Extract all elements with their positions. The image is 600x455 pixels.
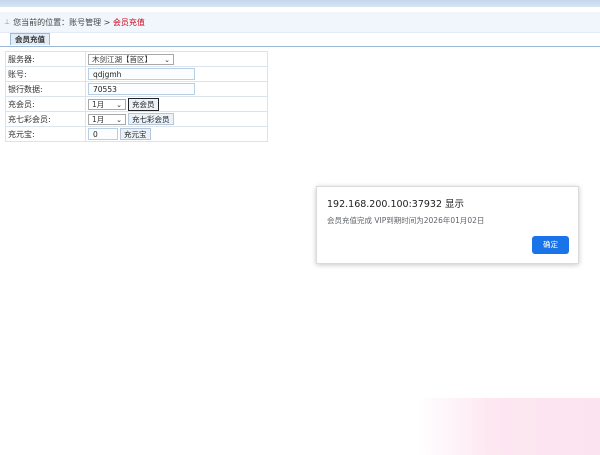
dialog-ok-button[interactable]: 确定 [532,236,569,254]
decorative-overlay [418,398,600,455]
alert-dialog: 192.168.200.100:37932 显示 会员充值完成 VIP到期时间为… [316,186,579,264]
server-select[interactable]: 木剑江湖【首区】 ⌄ [88,53,174,65]
server-cell: 木剑江湖【首区】 ⌄ [85,51,268,67]
vip-recharge-button[interactable]: 充会员 [128,97,159,111]
server-select-value: 木剑江湖【首区】 [92,54,152,64]
vip7-month-value: 1月 [92,114,105,124]
tab-member-recharge[interactable]: 会员充值 [10,33,50,45]
account-cell: qdjgmh [85,66,268,82]
row-vip7: 充七彩会员: 1月 ⌄ 充七彩会员 [5,111,268,127]
vip-month-value: 1月 [92,99,105,109]
yuanbao-label: 充元宝: [5,126,86,142]
row-bank: 银行数据: 70553 [5,81,268,97]
row-yuanbao: 充元宝: 0 充元宝 [5,126,268,142]
vip7-cell: 1月 ⌄ 充七彩会员 [85,111,268,127]
chevron-down-icon: ⌄ [116,100,122,109]
dialog-title: 192.168.200.100:37932 显示 [327,199,465,210]
server-label: 服务器: [5,51,86,67]
yuanbao-recharge-button[interactable]: 充元宝 [120,128,151,140]
recharge-form: 服务器: 木剑江湖【首区】 ⌄ 账号: qdjgmh 银行数据: 70553 充会… [5,51,268,142]
account-label: 账号: [5,66,86,82]
bank-cell: 70553 [85,81,268,97]
yuanbao-cell: 0 充元宝 [85,126,268,142]
vip-label: 充会员: [5,96,86,112]
row-vip: 充会员: 1月 ⌄ 充会员 [5,96,268,112]
row-server: 服务器: 木剑江湖【首区】 ⌄ [5,51,268,67]
row-account: 账号: qdjgmh [5,66,268,82]
breadcrumb-prefix: 您当前的位置：账号管理 > [13,17,113,27]
tab-bar: 会员充值 [0,33,600,47]
breadcrumb-current: 会员充值 [112,17,145,27]
account-input[interactable]: qdjgmh [88,68,195,80]
vip-cell: 1月 ⌄ 充会员 [85,96,268,112]
location-icon: ⊥ [4,18,11,26]
top-bar [0,0,600,7]
bank-input[interactable]: 70553 [88,83,195,95]
vip7-recharge-button[interactable]: 充七彩会员 [128,113,174,125]
bank-label: 银行数据: [5,81,86,97]
chevron-down-icon: ⌄ [116,115,122,124]
breadcrumb-text: 您当前的位置：账号管理 > 会员充值 [13,17,145,28]
chevron-down-icon: ⌄ [164,55,170,64]
breadcrumb: ⊥ 您当前的位置：账号管理 > 会员充值 [0,12,600,33]
vip-month-select[interactable]: 1月 ⌄ [88,98,126,110]
yuanbao-input[interactable]: 0 [88,128,118,140]
vip7-label: 充七彩会员: [5,111,86,127]
vip7-month-select[interactable]: 1月 ⌄ [88,113,126,125]
dialog-message: 会员充值完成 VIP到期时间为2026年01月02日 [327,216,485,225]
